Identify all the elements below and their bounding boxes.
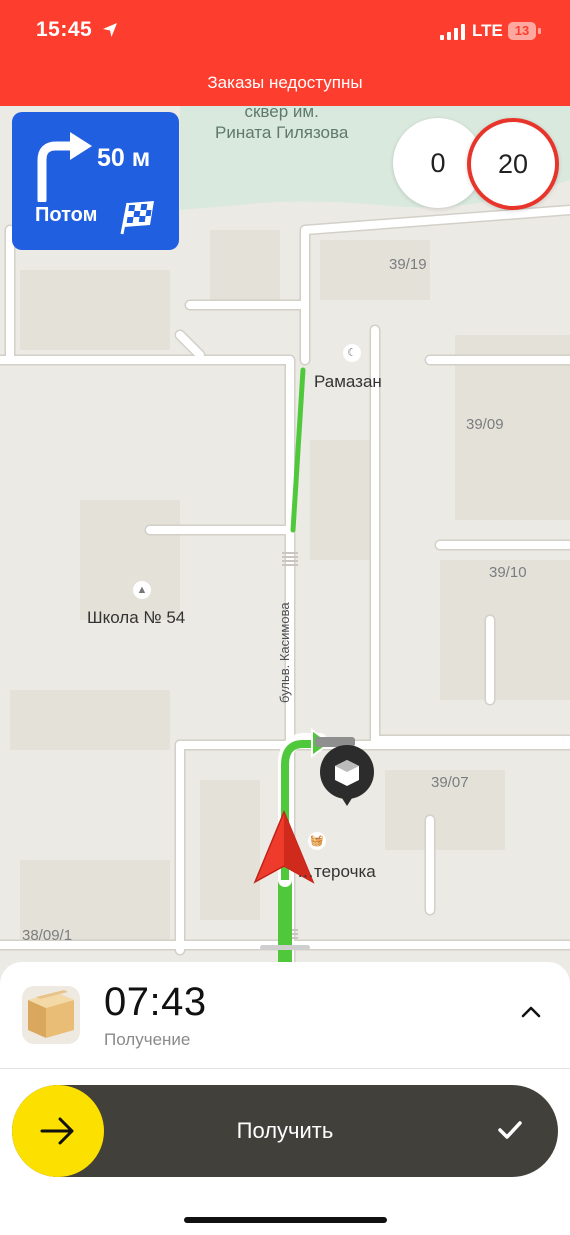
sheet-grabber[interactable] [260, 945, 310, 950]
home-indicator [184, 1217, 387, 1223]
house-number: 39/19 [389, 256, 427, 273]
slider-knob[interactable] [12, 1085, 104, 1177]
battery-level: 13 [508, 22, 536, 40]
poi-school[interactable]: Школа № 54 [87, 608, 185, 628]
finish-flag-icon [120, 201, 154, 235]
then-label: Потом [35, 204, 98, 226]
house-number: 39/09 [466, 416, 504, 433]
location-arrow-icon [103, 23, 117, 37]
eta-time: 07:43 [104, 980, 207, 1024]
mosque-icon: ☾ [343, 344, 361, 362]
parcel-box-icon [22, 986, 80, 1044]
receive-slider[interactable]: Получить [12, 1085, 558, 1177]
maneuver-card[interactable]: 50 м Потом [12, 112, 179, 250]
battery-icon: 13 [508, 22, 542, 40]
poi-mosque[interactable]: Рамазан [314, 372, 382, 392]
park-label: сквер им. Рината Гилязова [215, 106, 349, 142]
speed-widget: 0 20 [393, 118, 561, 210]
eta-label: Получение [104, 1030, 191, 1049]
house-number: 39/07 [431, 774, 469, 791]
chevron-up-icon[interactable] [520, 1004, 542, 1020]
house-number: 39/10 [489, 564, 527, 581]
status-bar: 15:45 LTE 13 [0, 0, 570, 62]
house-number: 38/09/1 [22, 927, 73, 944]
speed-limit-sign: 20 [467, 118, 559, 210]
orders-unavailable-banner[interactable]: Заказы недоступны [0, 62, 570, 106]
network-type: LTE [472, 21, 503, 40]
turn-right-icon [37, 132, 92, 202]
status-time: 15:45 [36, 18, 93, 41]
signal-bars-icon [440, 24, 465, 40]
maneuver-distance: 50 м [97, 144, 151, 172]
school-icon: ▲ [133, 581, 151, 599]
divider [0, 1068, 570, 1069]
street-label: бульв. Касимова [277, 602, 292, 703]
arrow-right-icon [40, 1117, 74, 1145]
poi-shop[interactable]: …терочка [297, 862, 376, 882]
bottom-sheet[interactable]: 07:43 Получение Получить [0, 962, 570, 1235]
checkmark-icon [498, 1121, 522, 1139]
basket-icon: 🧺 [308, 832, 326, 850]
